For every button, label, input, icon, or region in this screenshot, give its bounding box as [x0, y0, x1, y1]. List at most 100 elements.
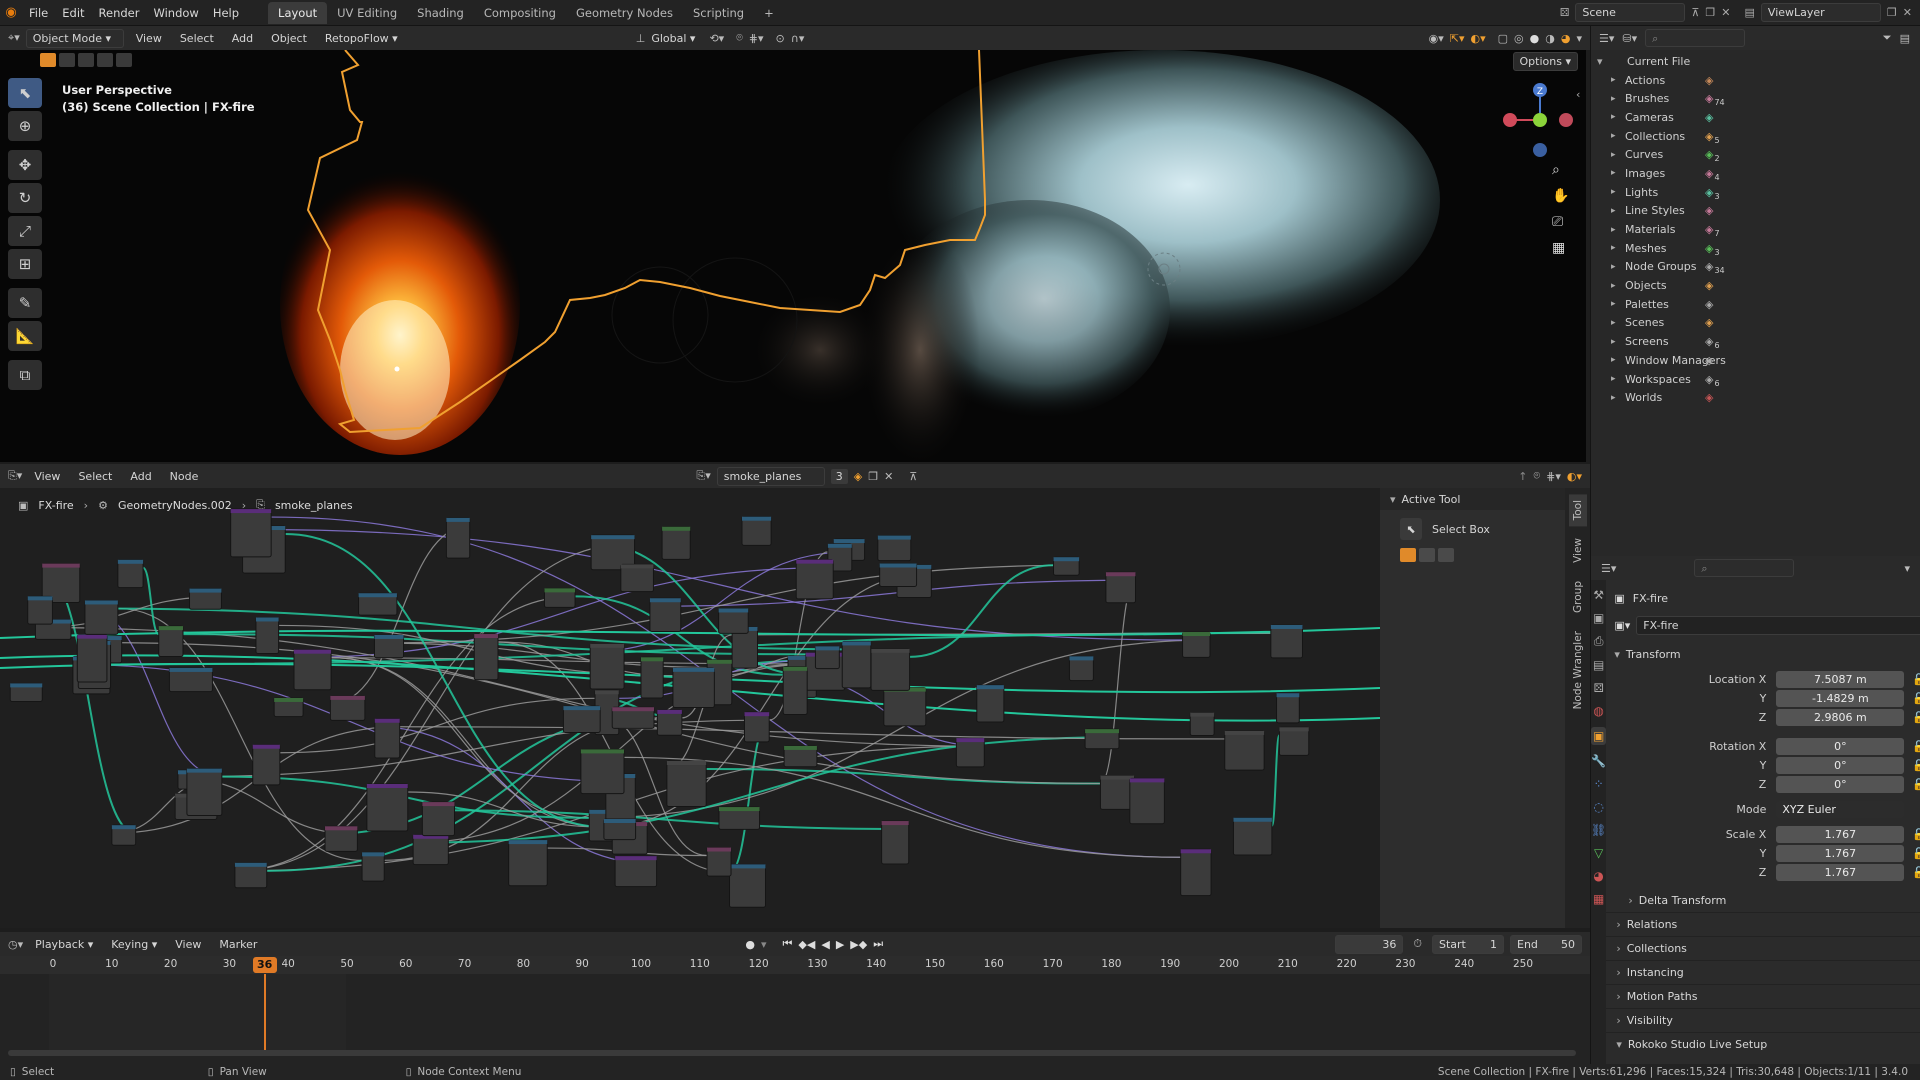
select-invert-icon[interactable] [97, 53, 113, 67]
texture-tab-icon[interactable]: ▦ [1593, 892, 1604, 906]
3d-viewport[interactable]: User Perspective (36) Scene Collection |… [0, 50, 1586, 462]
playhead-frame-label[interactable]: 36 [253, 957, 277, 973]
node-menu-select[interactable]: Select [72, 470, 118, 483]
node[interactable] [1054, 557, 1080, 575]
snap-icon[interactable]: ⌾ [736, 31, 743, 45]
pivot-icon[interactable]: ⟲▾ [709, 32, 724, 45]
mode-selector[interactable]: Object Mode ▾ [26, 29, 124, 48]
node-link[interactable] [73, 664, 635, 782]
node-editor-canvas[interactable]: ▣ FX-fire › ⚙ GeometryNodes.002 › ⎘ smok… [0, 488, 1380, 928]
editor-type-icon[interactable]: ⌖▾ [8, 31, 20, 45]
menu-help[interactable]: Help [206, 6, 246, 20]
node[interactable] [612, 707, 654, 728]
expand-arrow-icon[interactable]: ▸ [1611, 168, 1625, 178]
node[interactable] [744, 712, 769, 742]
constraints-tab-icon[interactable]: ⛓ [1591, 823, 1606, 837]
users-count[interactable]: 3 [831, 469, 848, 484]
timeline-menu-keying[interactable]: Keying ▾ [105, 938, 163, 951]
output-tab-icon[interactable]: ⎙ [1594, 634, 1604, 649]
outliner-search-input[interactable]: ⌕ [1645, 29, 1745, 47]
node-link[interactable] [1100, 580, 1135, 783]
node-overlay-icon[interactable]: ◐▾ [1567, 470, 1582, 483]
timeline-menu-marker[interactable]: Marker [213, 938, 263, 951]
node[interactable] [878, 536, 911, 561]
viewport-menu-object[interactable]: Object [265, 32, 313, 45]
node[interactable] [509, 840, 548, 886]
particles-tab-icon[interactable]: ⁘ [1594, 777, 1604, 791]
location-z-field[interactable]: 2.9806 m [1776, 709, 1904, 726]
node[interactable] [871, 649, 910, 690]
node[interactable] [190, 589, 222, 610]
node[interactable] [730, 864, 766, 907]
scale-x-field[interactable]: 1.767 [1776, 826, 1904, 843]
record-options-icon[interactable]: ▾ [761, 938, 767, 951]
outliner-item[interactable]: ▸Window Managers◈ [1597, 351, 1920, 370]
node-link[interactable] [0, 628, 1380, 638]
node[interactable] [977, 685, 1004, 722]
tab-geometry-nodes[interactable]: Geometry Nodes [566, 2, 683, 24]
node[interactable] [1233, 818, 1271, 855]
node[interactable] [662, 527, 690, 560]
node-link[interactable] [110, 633, 1271, 664]
shading-rendered-icon[interactable]: ◕ [1561, 32, 1571, 45]
viewport-menu-view[interactable]: View [130, 32, 168, 45]
timeline-editor-icon[interactable]: ◷▾ [8, 938, 23, 951]
start-frame-field[interactable]: Start1 [1432, 935, 1504, 954]
ortho-grid-icon[interactable]: ▦ [1552, 240, 1569, 256]
data-tab-icon[interactable]: ▽ [1594, 846, 1603, 860]
expand-arrow-icon[interactable]: ▸ [1611, 299, 1625, 309]
view-layer-selector[interactable]: ViewLayer [1761, 3, 1881, 22]
outliner-item[interactable]: ▸Brushes◈74 [1597, 89, 1920, 108]
xray-icon[interactable]: ▢ [1498, 32, 1508, 45]
proportional-edit-icon[interactable]: ⊙ [776, 32, 785, 45]
jump-end-icon[interactable]: ⏭ [873, 937, 883, 951]
node[interactable] [884, 688, 926, 726]
node[interactable] [413, 835, 448, 865]
node[interactable] [1181, 849, 1211, 895]
move-tool-icon[interactable]: ✥ [8, 150, 42, 180]
node[interactable] [783, 667, 807, 715]
select-extend-icon[interactable] [59, 53, 75, 67]
node-tree-browse-icon[interactable]: ⎘▾ [696, 469, 710, 483]
breadcrumb-modifier[interactable]: GeometryNodes.002 [118, 499, 232, 512]
node[interactable] [474, 634, 498, 680]
object-browse-icon[interactable]: ▣▾ [1614, 619, 1630, 632]
node[interactable] [581, 749, 624, 793]
node[interactable] [375, 719, 400, 758]
expand-arrow-icon[interactable]: ▸ [1611, 150, 1625, 160]
display-mode-icon[interactable]: ⛁▾ [1622, 32, 1637, 45]
outliner-item[interactable]: ▸Materials◈7 [1597, 220, 1920, 239]
node[interactable] [604, 819, 636, 840]
rotation-z-field[interactable]: 0° [1776, 776, 1904, 793]
gizmo-toggle-icon[interactable]: ⇱▾ [1450, 32, 1465, 45]
expand-arrow-icon[interactable]: ▾ [1597, 55, 1611, 68]
falloff-icon[interactable]: ∩▾ [791, 32, 805, 45]
lock-rotation-x-icon[interactable]: 🔓 [1912, 740, 1920, 753]
outliner-item[interactable]: ▸Cameras◈ [1597, 108, 1920, 127]
node[interactable] [707, 848, 731, 877]
orientation-selector[interactable]: Global ▾ [651, 32, 695, 45]
new-scene-icon[interactable]: ❐ [1705, 6, 1715, 19]
node[interactable] [1277, 693, 1300, 723]
tab-layout[interactable]: Layout [268, 2, 327, 24]
visibility-panel[interactable]: ›Visibility [1606, 1008, 1920, 1032]
tab-node-wrangler[interactable]: Node Wrangler [1569, 625, 1587, 715]
node[interactable] [880, 563, 917, 586]
material-tab-icon[interactable]: ◕ [1593, 869, 1603, 883]
outliner-root[interactable]: ▾ Current File [1597, 52, 1920, 71]
end-frame-field[interactable]: End50 [1510, 935, 1582, 954]
outliner-item[interactable]: ▸Objects◈ [1597, 276, 1920, 295]
node[interactable] [882, 821, 909, 864]
record-icon[interactable]: ● [745, 938, 755, 951]
viewport-menu-select[interactable]: Select [174, 32, 220, 45]
unlink-tree-icon[interactable]: ✕ [884, 470, 893, 483]
parent-node-tree-icon[interactable]: ↑ [1518, 470, 1527, 483]
scale-tool-icon[interactable]: ⤢ [8, 216, 42, 246]
next-keyframe-icon[interactable]: ▶◆ [850, 938, 867, 951]
node-select-subtract-icon[interactable] [1438, 548, 1454, 562]
node[interactable] [784, 746, 817, 767]
lock-scale-z-icon[interactable]: 🔓 [1912, 866, 1920, 879]
node[interactable] [77, 635, 107, 682]
node[interactable] [544, 588, 575, 607]
node[interactable] [235, 863, 267, 888]
